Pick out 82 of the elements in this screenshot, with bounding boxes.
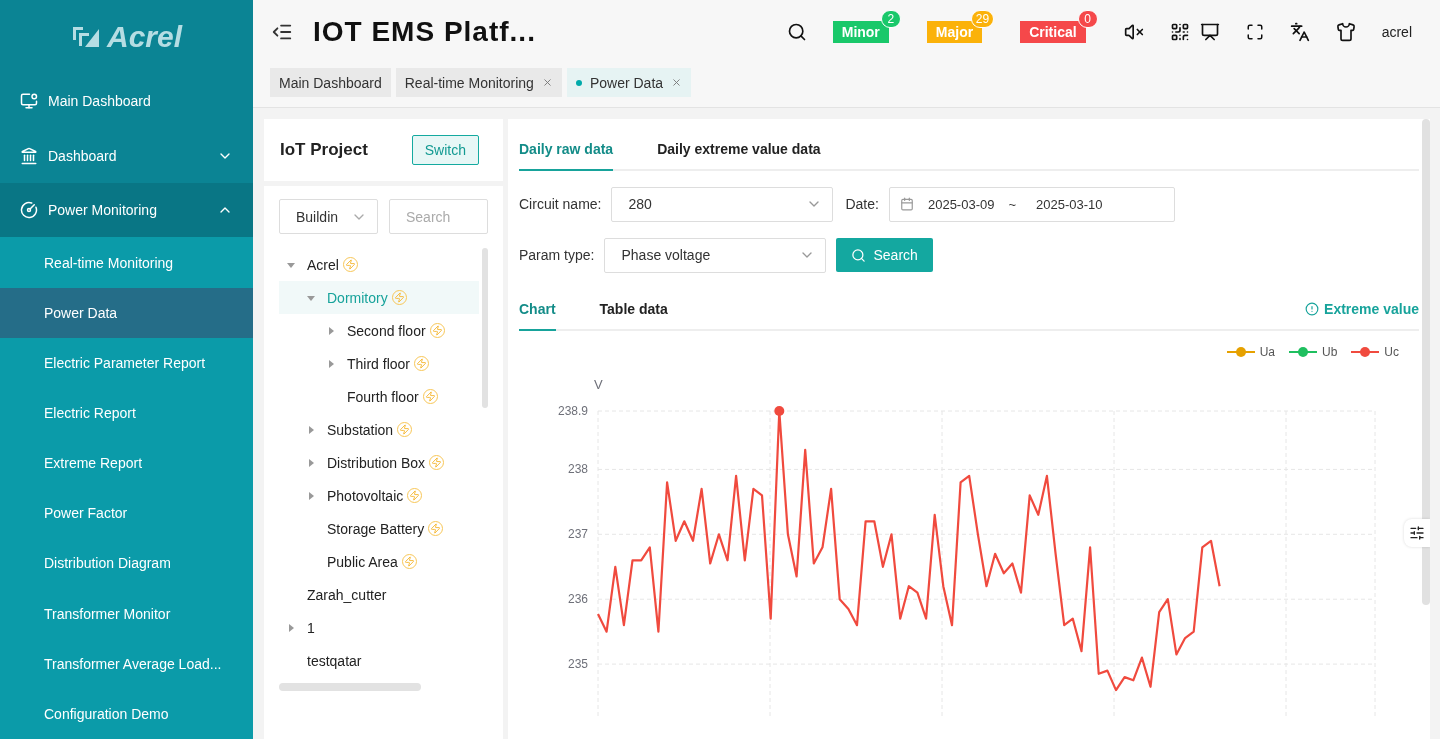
legend-label[interactable]: Uc	[1384, 345, 1399, 359]
data-tab[interactable]: Daily raw data	[519, 140, 614, 171]
app-title: IOT EMS Platf...	[313, 16, 536, 48]
circuit-select[interactable]: 280	[611, 186, 834, 222]
shirt-icon[interactable]	[1335, 22, 1356, 42]
alarm-button[interactable]: Critical	[1020, 21, 1086, 43]
active-dot-icon	[575, 79, 582, 86]
caret-icon[interactable]	[307, 491, 315, 500]
caret-icon[interactable]	[307, 425, 315, 434]
language-icon[interactable]	[1289, 22, 1310, 42]
sliders-icon	[1409, 525, 1425, 541]
close-icon[interactable]	[541, 77, 553, 88]
search-icon	[851, 247, 867, 263]
view-tab[interactable]: Chart	[519, 301, 556, 331]
count-badge: 0	[1077, 10, 1098, 28]
axis-unit: V	[594, 377, 603, 392]
monitor-icon	[20, 92, 38, 111]
legend-label[interactable]: Ub	[1322, 345, 1338, 359]
tree-item[interactable]: Substation	[279, 413, 479, 446]
tree-item[interactable]: Public Area	[279, 545, 479, 578]
menu-item[interactable]: Dashboard	[0, 128, 253, 184]
caret-icon[interactable]	[327, 326, 335, 335]
legend-marker-icon[interactable]	[1289, 346, 1317, 358]
tree-item[interactable]: Acrel	[279, 248, 479, 281]
scrollbar[interactable]	[482, 248, 488, 408]
legend-label[interactable]: Ua	[1259, 345, 1275, 359]
tree-item[interactable]: Fourth floor	[279, 380, 479, 413]
page-tab[interactable]: Main Dashboard	[270, 68, 391, 97]
count-badge: 29	[970, 10, 995, 28]
page-tab[interactable]: Power Data	[566, 68, 692, 97]
user-name[interactable]: acrel	[1381, 24, 1412, 40]
submenu-item[interactable]: Power Data	[0, 287, 253, 338]
tree-item[interactable]: Storage Battery	[279, 512, 479, 545]
calendar-icon	[899, 197, 914, 212]
tree-item[interactable]: Distribution Box	[279, 446, 479, 479]
param-select[interactable]: Phase voltage	[604, 237, 827, 273]
caret-icon[interactable]	[287, 260, 295, 269]
gauge-icon	[20, 201, 38, 220]
view-tab[interactable]: Table data	[599, 301, 668, 331]
tree-item[interactable]: testqatar	[279, 644, 479, 677]
legend-marker-icon[interactable]	[1351, 346, 1380, 358]
building-select[interactable]: Buildin	[279, 199, 378, 234]
logo: Acrel	[0, 0, 253, 75]
axis-tick-label: 238.9	[557, 404, 588, 418]
logo-icon	[70, 25, 101, 50]
settings-handle[interactable]	[1404, 519, 1430, 547]
date-range-field[interactable]: 2025-03-09 ~ 2025-03-10	[888, 186, 1175, 222]
caret-icon[interactable]	[307, 293, 315, 302]
legend-marker-icon[interactable]	[1226, 346, 1255, 358]
mute-icon[interactable]	[1123, 22, 1144, 42]
menu-item[interactable]: Main Dashboard	[0, 74, 253, 129]
caret-icon[interactable]	[287, 623, 295, 632]
field-label: Param type:	[519, 247, 595, 264]
fullscreen-icon[interactable]	[1245, 23, 1264, 41]
peak-marker	[774, 406, 785, 416]
caret-icon[interactable]	[307, 458, 315, 467]
data-tab[interactable]: Daily extreme value data	[657, 140, 821, 171]
tree-item[interactable]: Third floor	[279, 347, 479, 380]
tree-item[interactable]: Second floor	[279, 314, 479, 347]
tree-item[interactable]: Photovoltaic	[279, 479, 479, 512]
panel-title: IoT Project	[280, 140, 368, 160]
axis-tick-label: 237	[567, 527, 588, 542]
count-badge: 2	[880, 10, 901, 28]
chart-screen-icon[interactable]	[1199, 22, 1220, 42]
caret-icon[interactable]	[327, 359, 335, 368]
tree-item[interactable]: Zarah_cutter	[279, 578, 479, 611]
scrollbar[interactable]	[1422, 119, 1430, 605]
field-label: Circuit name:	[519, 196, 602, 213]
alert-circle-icon	[1305, 302, 1320, 316]
axis-tick-label: 238	[567, 462, 588, 477]
search-field[interactable]: Search	[389, 199, 488, 234]
scrollbar[interactable]	[279, 683, 421, 691]
axis-tick-label: 235	[567, 657, 588, 672]
qr-code-icon[interactable]	[1169, 22, 1190, 42]
close-icon[interactable]	[671, 77, 683, 88]
building-icon	[20, 146, 38, 165]
search-icon[interactable]	[786, 22, 807, 42]
field-label: Date:	[845, 196, 879, 213]
tree-item[interactable]: 1	[279, 611, 479, 644]
axis-tick-label: 236	[567, 592, 588, 607]
menu-item[interactable]: Power Monitoring	[0, 183, 253, 238]
page-tab[interactable]: Real-time Monitoring	[395, 68, 562, 97]
